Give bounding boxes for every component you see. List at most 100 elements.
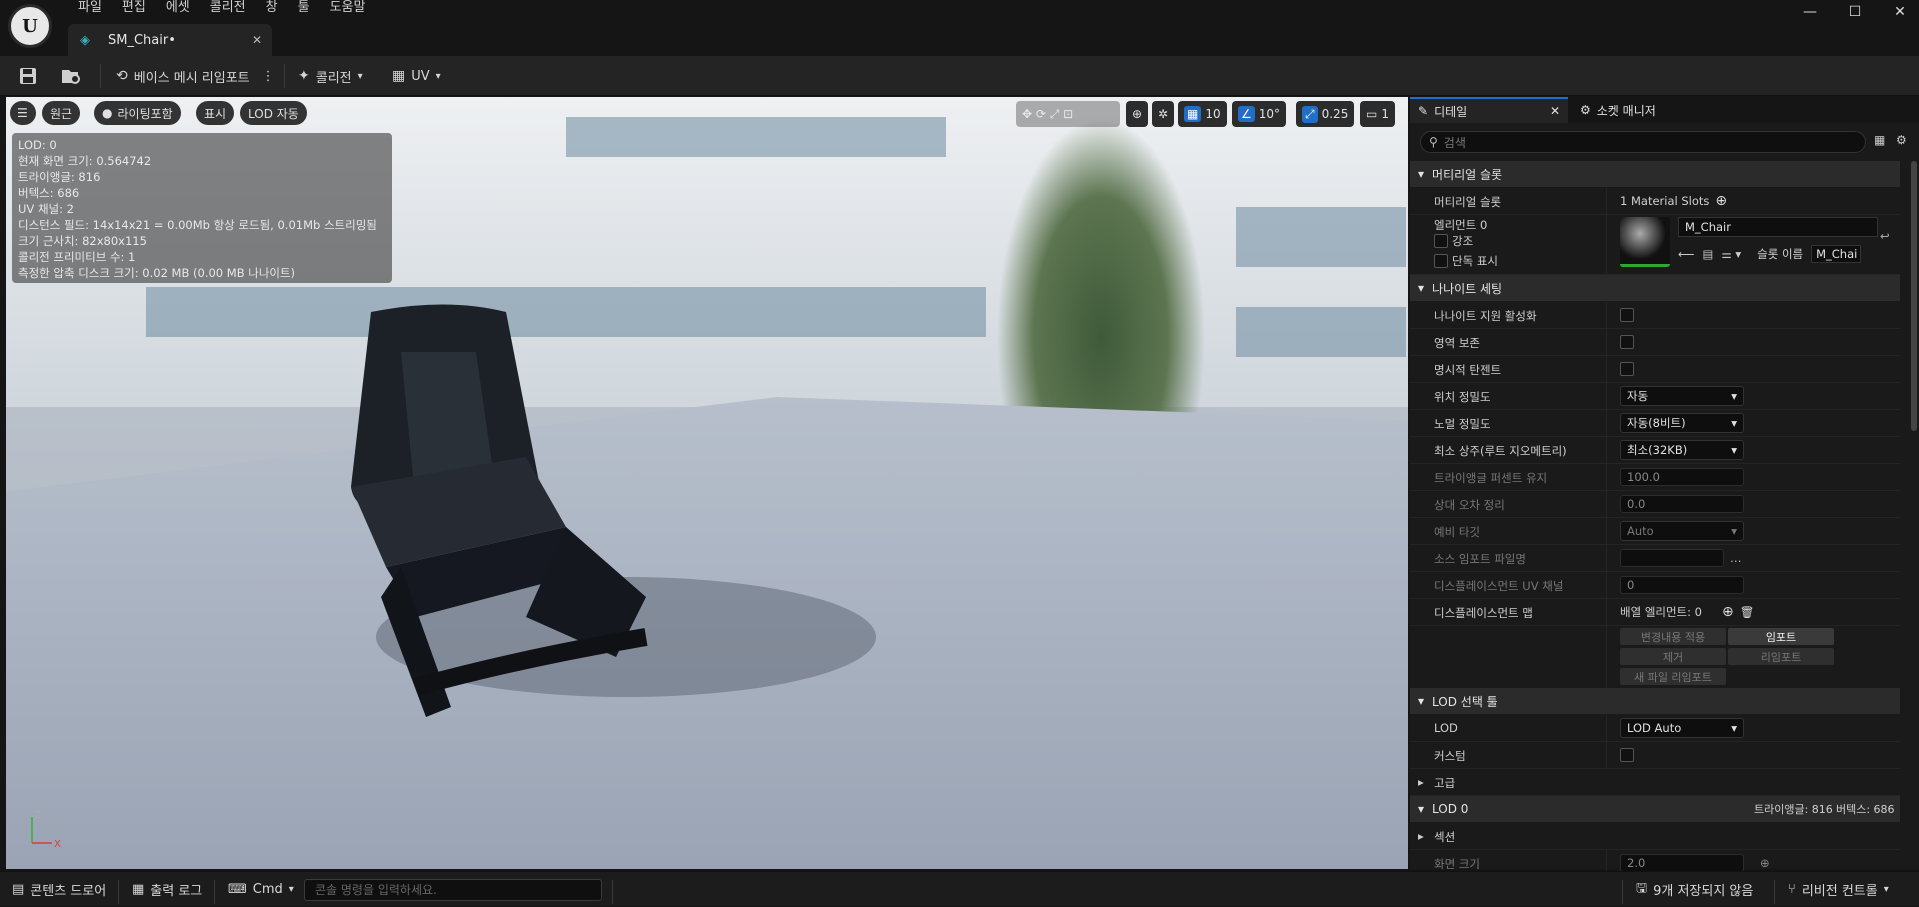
close-window-button[interactable]: ✕	[1890, 4, 1910, 22]
material-options-icon[interactable]: ⚌ ▾	[1721, 247, 1741, 261]
lighting-mode-button[interactable]: ● 라이팅포함	[94, 101, 181, 125]
search-input[interactable]: ⚲ 검색	[1420, 131, 1866, 153]
search-icon: ⚲	[1429, 135, 1438, 149]
menu-tools[interactable]: 툴	[288, 0, 320, 18]
add-icon[interactable]: ⊕	[1760, 856, 1770, 870]
source-import-field[interactable]	[1620, 549, 1724, 567]
cmd-dropdown[interactable]: ⌨ Cmd ▾	[228, 872, 294, 907]
menu-file[interactable]: 파일	[68, 0, 112, 18]
grid-snap-button[interactable]: ▦ 10	[1178, 101, 1227, 127]
save-icon	[20, 68, 36, 84]
reset-icon[interactable]: ↩	[1880, 229, 1890, 243]
section-nanite[interactable]: ▾ 나나이트 세팅	[1410, 275, 1900, 302]
slot-name-field[interactable]: M_Chai	[1811, 245, 1862, 263]
material-picker[interactable]: M_Chair	[1678, 217, 1878, 237]
tab-details[interactable]: ✎ 디테일 ✕	[1410, 97, 1568, 123]
lod-dropdown[interactable]: LOD Auto ▾	[1620, 718, 1744, 738]
unreal-logo[interactable]: U	[8, 4, 52, 48]
show-button[interactable]: 표시	[196, 101, 235, 125]
fallback-target-dropdown[interactable]: Auto ▾	[1620, 521, 1744, 541]
reimport-button[interactable]: 리임포트	[1728, 648, 1834, 665]
tab-socket-manager[interactable]: ⚙ 소켓 매니저	[1572, 97, 1664, 123]
settings-icon[interactable]: ⚙	[1896, 133, 1907, 147]
add-icon[interactable]: ⊕	[1722, 604, 1734, 620]
chevron-down-icon: ▾	[1731, 524, 1737, 538]
asset-tab[interactable]: ◈ SM_Chair• ✕	[68, 24, 272, 56]
displacement-uv-field[interactable]: 0	[1620, 576, 1744, 594]
table-view-icon[interactable]: ▦	[1874, 133, 1885, 147]
save-button[interactable]	[18, 56, 38, 96]
uv-menu-button[interactable]: ▦ UV ▾	[392, 56, 441, 96]
nanite-enable-checkbox[interactable]	[1620, 308, 1634, 322]
row-sections[interactable]: ▸ 섹션	[1410, 823, 1900, 850]
transform-tools[interactable]: ✥ ⟳ ⤢ ⊡	[1016, 101, 1120, 127]
material-thumbnail[interactable]	[1620, 217, 1670, 267]
viewport-menu-button[interactable]: ☰	[10, 101, 36, 125]
menu-window[interactable]: 창	[256, 0, 288, 18]
row-advanced[interactable]: ▸ 고급	[1410, 769, 1900, 796]
close-icon[interactable]: ✕	[1550, 104, 1560, 118]
screen-size-field[interactable]: 2.0	[1620, 854, 1744, 872]
row-trim-rel-error: 상대 오차 정리 0.0	[1410, 491, 1900, 518]
chevron-down-icon: ▾	[1731, 389, 1737, 403]
section-lod0[interactable]: ▾ LOD 0 트라이앵글: 816 버텍스: 686	[1410, 796, 1900, 823]
row-label: 나나이트 지원 활성화	[1434, 309, 1537, 323]
scale-value: 0.25	[1321, 107, 1349, 121]
collision-menu-button[interactable]: ✦ 콜리전 ▾	[298, 56, 363, 96]
highlight-checkbox[interactable]	[1434, 234, 1448, 248]
isolate-checkbox[interactable]	[1434, 254, 1448, 268]
row-nanite-enable: 나나이트 지원 활성화	[1410, 302, 1900, 329]
tab-close-icon[interactable]: ✕	[252, 33, 262, 47]
minimize-button[interactable]: —	[1800, 4, 1820, 22]
import-button[interactable]: 임포트	[1728, 628, 1834, 645]
stat-line: 버텍스: 686	[18, 186, 80, 200]
angle-snap-button[interactable]: ∠ 10°	[1232, 101, 1287, 127]
apply-changes-button[interactable]: 변경내용 적용	[1620, 628, 1726, 645]
chevron-down-icon: ▾	[288, 884, 294, 895]
add-icon[interactable]: ⊕	[1715, 193, 1727, 209]
section-material-slots[interactable]: ▾ 머티리얼 슬롯	[1410, 161, 1900, 188]
surface-snap-toggle[interactable]: ✲	[1152, 101, 1175, 127]
content-drawer-button[interactable]: ▤ 콘텐츠 드로어	[12, 872, 106, 907]
menu-collision[interactable]: 콜리전	[200, 0, 256, 18]
angle-icon: ∠	[1238, 106, 1255, 122]
explicit-tangents-checkbox[interactable]	[1620, 362, 1634, 376]
maximize-button[interactable]: ☐	[1845, 4, 1865, 22]
use-selected-icon[interactable]: ⟵	[1678, 247, 1695, 261]
chevron-down-icon: ▾	[1418, 802, 1425, 816]
perspective-button[interactable]: 원근	[42, 101, 81, 125]
viewport[interactable]: ☰ 원근 ● 라이팅포함 표시 LOD 자동 LOD: 0 현재 화면 크기: 0…	[6, 97, 1408, 869]
output-log-button[interactable]: ▦ 출력 로그	[132, 872, 202, 907]
world-local-toggle[interactable]: ⊕	[1126, 101, 1149, 127]
row-custom: 커스텀	[1410, 742, 1900, 769]
browse-folder-icon[interactable]: ▤	[1703, 247, 1714, 261]
menu-help[interactable]: 도움말	[320, 0, 376, 18]
position-precision-dropdown[interactable]: 자동 ▾	[1620, 386, 1744, 406]
menu-asset[interactable]: 에셋	[156, 0, 200, 18]
section-label: 머티리얼 슬롯	[1432, 167, 1503, 182]
normal-precision-dropdown[interactable]: 자동(8비트) ▾	[1620, 413, 1744, 433]
menu-edit[interactable]: 편집	[112, 0, 156, 18]
unsaved-assets-button[interactable]: 🖫 9개 저장되지 않음	[1636, 872, 1753, 907]
min-resident-dropdown[interactable]: 최소(32KB) ▾	[1620, 440, 1744, 460]
row-label: 섹션	[1434, 830, 1456, 844]
scale-snap-button[interactable]: ⤢ 0.25	[1296, 101, 1355, 127]
lod-auto-button[interactable]: LOD 자동	[240, 101, 307, 125]
section-lod-picker[interactable]: ▾ LOD 선택 툴	[1410, 688, 1900, 715]
reimport-base-mesh-button[interactable]: ⟲ 베이스 메시 리임포트 ⋮	[116, 56, 275, 96]
preserve-area-checkbox[interactable]	[1620, 335, 1634, 349]
trim-rel-error-field[interactable]: 0.0	[1620, 495, 1744, 513]
remove-button[interactable]: 제거	[1620, 648, 1726, 665]
custom-checkbox[interactable]	[1620, 748, 1634, 762]
browse-ellipsis-icon[interactable]: …	[1730, 551, 1742, 565]
more-options-icon[interactable]: ⋮	[262, 69, 275, 84]
browse-asset-button[interactable]	[60, 56, 82, 96]
revision-control-button[interactable]: ⑂ 리비전 컨트롤 ▾	[1788, 872, 1889, 907]
reimport-new-file-button[interactable]: 새 파일 리임포트	[1620, 668, 1726, 685]
details-scrollbar[interactable]	[1911, 161, 1917, 431]
console-input[interactable]: 콘솔 명령을 입력하세요.	[304, 879, 602, 901]
camera-speed-button[interactable]: ▭ 1	[1360, 101, 1395, 127]
chevron-down-icon: ▾	[1418, 281, 1425, 295]
keep-tri-percent-field[interactable]: 100.0	[1620, 468, 1744, 486]
trash-icon[interactable]: 🗑	[1740, 605, 1755, 619]
